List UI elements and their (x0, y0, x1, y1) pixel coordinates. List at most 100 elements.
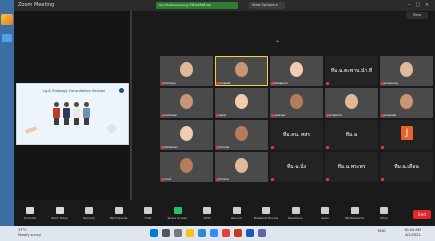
participant-tile[interactable]: Saowalak (380, 88, 433, 118)
slide-title: Lg.A Ontology Consultation Session (43, 89, 106, 93)
participant-tile[interactable]: Chanida (215, 120, 268, 150)
control-label: Participants (109, 216, 128, 220)
windows-start-icon[interactable] (150, 229, 158, 237)
participant-tile[interactable]: Atchara (215, 152, 268, 182)
share-screen-icon (173, 207, 182, 214)
participant-name: Koraphat (217, 81, 231, 85)
powerpoint-icon[interactable] (234, 229, 242, 237)
participant-tile[interactable]: Pornpimol (325, 88, 378, 118)
control-unmute[interactable]: Unmute (17, 207, 43, 220)
participant-tile[interactable]: J (380, 120, 433, 150)
microphone-muted-icon (216, 178, 219, 181)
control-polls[interactable]: Polls (194, 207, 220, 220)
end-meeting-button[interactable]: End (413, 210, 431, 219)
title-bar: Zoom Meeting Yuu Phatkhumnong กำลังแชร์ห… (14, 0, 435, 11)
maximize-icon[interactable]: □ (415, 2, 421, 8)
participant-video (290, 94, 303, 109)
participant-name: ทีม.คน. ศสร (282, 132, 311, 138)
participant-video (180, 158, 193, 173)
control-label: More (380, 216, 388, 220)
participant-name: Phichaya (162, 81, 176, 85)
participant-name: Pornpimol (327, 113, 342, 117)
task-view-icon[interactable] (174, 229, 182, 237)
word-icon[interactable] (246, 229, 254, 237)
control-reactions[interactable]: Reactions (283, 207, 309, 220)
participant-tile[interactable]: Kanokwan (160, 88, 213, 118)
control-more[interactable]: More (371, 207, 397, 220)
windows-taskbar: 33°C Mostly sunny ENG 10:44 AM 4/1/2022 (0, 226, 435, 241)
control-security[interactable]: Security (76, 207, 102, 220)
participant-tile[interactable]: ทีม.ฉ (325, 120, 378, 150)
microphone-muted-icon (161, 82, 164, 85)
participant-tile[interactable]: ทีม.คน. ศสร (270, 120, 323, 150)
microphone-muted-icon (216, 114, 219, 117)
app-shortcut-icon[interactable] (2, 34, 12, 42)
control-label: Record (231, 216, 242, 220)
meeting-controls: Unmute Start Video Security Participants Cha… (14, 200, 435, 226)
participant-tile[interactable]: ทีม.ฉ.นั่ง (270, 152, 323, 182)
participant-tile[interactable]: Wiphawan (160, 120, 213, 150)
file-explorer-icon[interactable] (186, 229, 194, 237)
microphone-muted-icon (26, 207, 34, 214)
hand-illustration (24, 126, 38, 134)
zoom-app-icon[interactable] (210, 229, 218, 237)
close-icon[interactable]: × (424, 2, 430, 8)
participant-tile[interactable]: Supanee (270, 88, 323, 118)
language-indicator[interactable]: ENG (378, 229, 386, 233)
participant-video (235, 158, 248, 173)
participant-tile[interactable]: ทีม.ฉ.เดือน (380, 152, 433, 182)
logo-icon (119, 88, 124, 93)
search-icon[interactable] (162, 229, 170, 237)
chrome-icon[interactable] (222, 229, 230, 237)
participant-name: ทีม.ฉ (345, 132, 358, 138)
microphone-muted-icon (381, 82, 384, 85)
participant-video (235, 94, 248, 109)
control-label: Share Screen (167, 216, 188, 220)
weather-temp: 33°C (18, 228, 27, 232)
control-label: Start Video (51, 216, 68, 220)
control-share-screen[interactable]: Share Screen (165, 207, 191, 220)
control-breakout-rooms[interactable]: Breakout Rooms (253, 207, 279, 220)
microphone-muted-icon (271, 146, 274, 149)
control-apps[interactable]: Apps (312, 207, 338, 220)
apps-icon (321, 207, 329, 214)
control-label: Security (82, 216, 96, 220)
minimize-icon[interactable]: – (406, 2, 412, 8)
control-whiteboards[interactable]: Whiteboards (342, 207, 368, 220)
view-options-dropdown[interactable]: View Options ▾ (249, 2, 285, 9)
teams-icon[interactable] (258, 229, 266, 237)
participant-tile[interactable]: ทีม.ฉ.ตะพาน.นำ.ที (325, 56, 378, 86)
chevron-up-icon[interactable]: ⌃ (275, 40, 280, 47)
participant-tile[interactable]: Sirirat (160, 152, 213, 182)
shared-screen-panel: Lg.A Ontology Consultation Session (14, 11, 130, 200)
microphone-muted-icon (326, 82, 329, 85)
control-chat[interactable]: Chat (135, 207, 161, 220)
weather-widget[interactable]: 33°C Mostly sunny (18, 228, 41, 238)
participant-tile[interactable]: Thanaporn (270, 56, 323, 86)
participant-name: ทีม.ฉ.เดือน (394, 164, 419, 170)
participants-icon (114, 207, 123, 214)
participant-avatar: J (401, 126, 413, 140)
control-label: Reactions (288, 216, 303, 220)
folder-icon[interactable] (1, 14, 13, 25)
system-clock[interactable]: 10:44 AM 4/1/2022 (404, 228, 421, 238)
person-figure (53, 102, 60, 126)
participant-tile[interactable]: Teerapong (380, 56, 433, 86)
control-start-video[interactable]: Start Video (47, 207, 73, 220)
breakout-rooms-icon (262, 207, 270, 214)
window-title: Zoom Meeting (18, 2, 55, 8)
participant-tile[interactable]: Phichaya (160, 56, 213, 86)
participant-tile[interactable]: Napat (215, 88, 268, 118)
participant-video (235, 62, 248, 77)
clock-time: 10:44 AM (404, 228, 421, 232)
gallery-view: View ⌃ Phichaya Koraphat Thanaporn ทีม.ฉ.ตะ… (132, 11, 435, 200)
control-label: Unmute (24, 216, 36, 220)
control-record[interactable]: Record (224, 207, 250, 220)
participant-tile[interactable]: ทีม.ฉ.พระพร (325, 152, 378, 182)
shield-icon (85, 207, 93, 214)
edge-icon[interactable] (198, 229, 206, 237)
view-button[interactable]: View (406, 12, 428, 19)
control-label: Polls (203, 216, 211, 220)
participant-tile[interactable]: Koraphat (215, 56, 268, 86)
control-participants[interactable]: Participants (106, 207, 132, 220)
